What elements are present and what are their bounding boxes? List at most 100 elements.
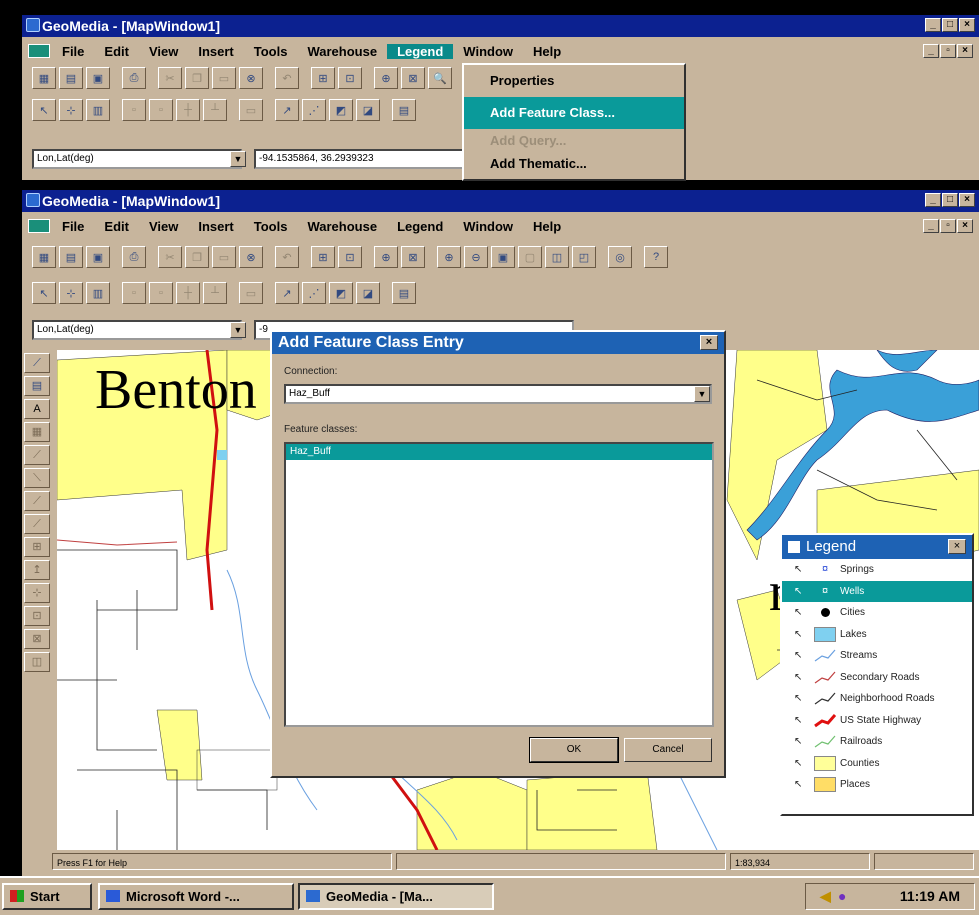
close-button[interactable]: × [959,18,975,32]
chevron-down-icon[interactable]: ▼ [230,151,246,167]
pan-icon[interactable]: ◫ [545,246,569,268]
menu-help[interactable]: Help [523,219,571,234]
legend-entry[interactable]: ↖ Streams [782,645,972,667]
legend-entry[interactable]: ↖ US State Highway [782,710,972,732]
layout-icon[interactable]: ▤ [392,282,416,304]
edit-tool-1-icon[interactable]: ▫ [122,282,146,304]
legend-locate-icon[interactable]: ↖ [794,607,804,618]
menu-edit[interactable]: Edit [94,44,139,59]
undo-icon[interactable]: ↶ [275,246,299,268]
main-titlebar[interactable]: GeoMedia - [MapWindow1] _ □ × [22,190,979,212]
menu-item-properties[interactable]: Properties [464,65,684,97]
legend-entry[interactable]: ↖ ¤ Springs [782,559,972,581]
start-button[interactable]: Start [2,883,92,910]
menu-view[interactable]: View [139,219,188,234]
open-icon[interactable]: ▤ [59,67,83,89]
task-geomedia[interactable]: GeoMedia - [Ma... [298,883,494,910]
legend-locate-icon[interactable]: ↖ [794,736,804,747]
menu-legend[interactable]: Legend [387,219,453,234]
chevron-down-icon[interactable]: ▼ [694,386,710,402]
map-icon[interactable]: ⊠ [401,246,425,268]
properties-icon[interactable]: ⊡ [338,246,362,268]
select-tool-icon[interactable]: ⊹ [59,282,83,304]
ok-button[interactable]: OK [529,737,619,763]
snap-line-icon[interactable]: ⟋ [24,445,50,465]
paste-icon[interactable]: ▭ [212,246,236,268]
edit-tool-3-icon[interactable]: ┼ [176,99,200,121]
menu-view[interactable]: View [139,44,188,59]
grid-tool-icon[interactable]: ▦ [24,422,50,442]
snap-icon[interactable]: ◩ [329,282,353,304]
connection-select[interactable]: Haz_Buff [284,384,712,404]
legend-locate-icon[interactable]: ↖ [794,650,804,661]
line-tool-icon[interactable]: ⟋ [24,353,50,373]
legend-entry[interactable]: ↖ Counties [782,753,972,775]
list-item[interactable]: Haz_Buff [286,444,712,460]
legend-entry[interactable]: ↖ ¤ Wells [782,580,972,602]
new-icon[interactable]: ▦ [32,67,56,89]
trim-icon[interactable]: ⟋ [24,514,50,534]
feature-classes-list[interactable]: Haz_Buff [284,442,714,727]
delete-icon[interactable]: ⊗ [239,67,263,89]
legend-locate-icon[interactable]: ↖ [794,693,804,704]
rotate-icon[interactable]: ⊹ [24,583,50,603]
menu-item-add-feature-class[interactable]: Add Feature Class... [464,97,684,129]
insert-icon[interactable]: ⊕ [374,67,398,89]
edit-tool-2-icon[interactable]: ▫ [149,282,173,304]
close-button[interactable]: × [959,193,975,207]
copy-icon[interactable]: ❐ [185,246,209,268]
minimize-button[interactable]: _ [925,193,941,207]
break-icon[interactable]: ⊠ [24,629,50,649]
open-icon[interactable]: ▤ [59,246,83,268]
text-tool-icon[interactable]: ▥ [86,282,110,304]
draw-icon[interactable]: ⋰ [302,282,326,304]
legend-entry[interactable]: ↖ Cities [782,602,972,624]
mdi-minimize-button[interactable]: _ [923,44,939,58]
legend-locate-icon[interactable]: ↖ [794,779,804,790]
legend-locate-icon[interactable]: ↖ [794,629,804,640]
merge-icon[interactable]: ◫ [24,652,50,672]
paste-icon[interactable]: ▭ [212,67,236,89]
menu-warehouse[interactable]: Warehouse [297,219,387,234]
legend-locate-icon[interactable]: ↖ [794,564,804,575]
select-arrow-icon[interactable]: ↖ [32,282,56,304]
edit-tool-5-icon[interactable]: ▭ [239,282,263,304]
delete-icon[interactable]: ⊗ [239,246,263,268]
text-tool-icon[interactable]: ▥ [86,99,110,121]
cut-icon[interactable]: ✂ [158,67,182,89]
layout-icon[interactable]: ▤ [392,99,416,121]
select-set-icon[interactable]: ⊞ [311,67,335,89]
menu-insert[interactable]: Insert [188,44,243,59]
legend-entry[interactable]: ↖ Places [782,774,972,796]
area-tool-icon[interactable]: ▤ [24,376,50,396]
edit-tool-2-icon[interactable]: ▫ [149,99,173,121]
draw-icon[interactable]: ⋰ [302,99,326,121]
legend-entry[interactable]: ↖ Secondary Roads [782,667,972,689]
legend-locate-icon[interactable]: ↖ [794,758,804,769]
continue-icon[interactable]: ⟍ [24,468,50,488]
fit-all-icon[interactable]: ▣ [491,246,515,268]
zoom-prev-icon[interactable]: ▢ [518,246,542,268]
snap2-icon[interactable]: ◪ [356,282,380,304]
refresh-icon[interactable]: ◰ [572,246,596,268]
menu-item-add-thematic[interactable]: Add Thematic... [464,153,684,175]
undo-icon[interactable]: ↶ [275,67,299,89]
overview-icon[interactable]: ◎ [608,246,632,268]
menu-tools[interactable]: Tools [244,44,298,59]
edit-tool-4-icon[interactable]: ┴ [203,99,227,121]
snap-icon[interactable]: ◩ [329,99,353,121]
save-icon[interactable]: ▣ [86,246,110,268]
move-icon[interactable]: ↥ [24,560,50,580]
zoom-out-icon[interactable]: ⊖ [464,246,488,268]
new-icon[interactable]: ▦ [32,246,56,268]
top-coord-system-select[interactable]: Lon,Lat(deg) [32,149,242,169]
dialog-close-button[interactable]: × [700,335,718,350]
help-pointer-icon[interactable]: ? [644,246,668,268]
select-set-icon[interactable]: ⊞ [311,246,335,268]
edit-tool-5-icon[interactable]: ▭ [239,99,263,121]
edit-tool-4-icon[interactable]: ┴ [203,282,227,304]
maximize-button[interactable]: □ [942,193,958,207]
dialog-titlebar[interactable]: Add Feature Class Entry × [272,332,724,354]
print-icon[interactable]: ⎙ [122,67,146,89]
digitize-icon[interactable]: ↗ [275,282,299,304]
